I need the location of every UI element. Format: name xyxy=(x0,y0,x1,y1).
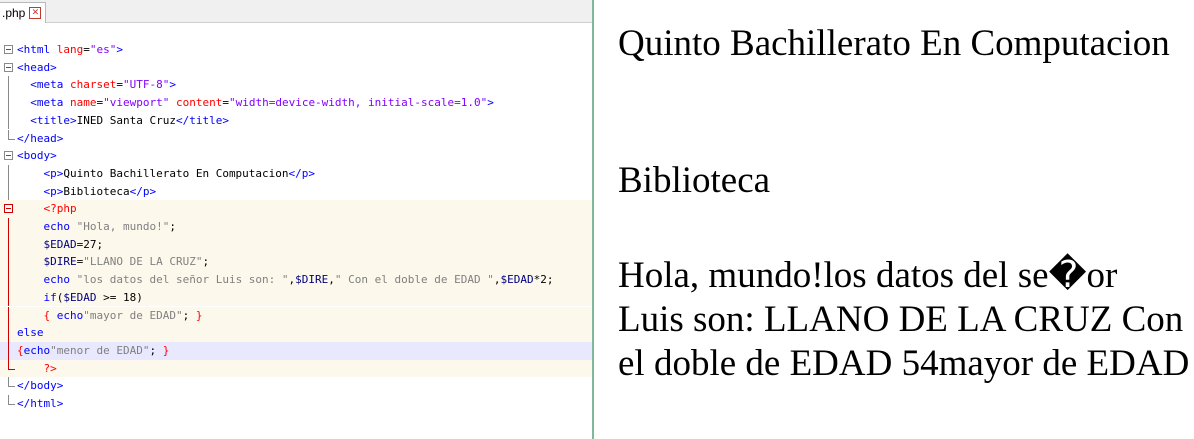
code-area[interactable]: <html lang="es"> <head> <meta charset="U… xyxy=(0,24,592,439)
code-line[interactable]: else xyxy=(0,324,592,342)
code-editor-pane[interactable]: .php ✕ <html lang="es"> <head> <meta cha… xyxy=(0,0,592,439)
fold-guide xyxy=(4,235,14,254)
fold-guide xyxy=(4,341,14,360)
fold-guide xyxy=(4,253,14,272)
fold-guide xyxy=(4,324,14,342)
code-line[interactable]: <?php xyxy=(0,200,592,218)
code-line-text: </head> xyxy=(17,131,64,145)
code-line-text: <html lang="es"> xyxy=(17,43,123,56)
code-line-text: echo "los datos del señor Luis son: ",$D… xyxy=(43,273,554,287)
code-line[interactable]: <meta name="viewport" content="width=dev… xyxy=(0,94,592,112)
fold-guide xyxy=(4,129,15,148)
fold-guide xyxy=(4,76,14,95)
code-line[interactable]: { echo"mayor de EDAD"; } xyxy=(0,306,592,325)
editor-tab-bar: .php ✕ xyxy=(0,0,592,23)
code-line-text: <title>INED Santa Cruz</title> xyxy=(30,113,229,127)
code-line[interactable]: echo "los datos del señor Luis son: ",$D… xyxy=(0,271,592,289)
code-line[interactable]: </head> xyxy=(0,129,592,148)
code-line-text: </html> xyxy=(17,397,64,410)
code-line-text: <body> xyxy=(17,149,57,163)
fold-guide xyxy=(4,306,14,325)
code-line[interactable]: <html lang="es"> xyxy=(0,41,592,59)
fold-guide xyxy=(4,359,15,378)
close-icon[interactable]: ✕ xyxy=(29,7,42,19)
code-line-text: if($EDAD >= 18) xyxy=(43,290,143,304)
code-line-text: <head> xyxy=(17,60,57,74)
browser-output-pane: Quinto Bachillerato En Computacion Bibli… xyxy=(594,0,1194,439)
fold-guide xyxy=(4,182,14,201)
fold-guide xyxy=(4,271,14,289)
fold-marker-icon[interactable] xyxy=(4,59,14,77)
fold-marker-icon[interactable] xyxy=(4,200,14,218)
fold-marker-icon[interactable] xyxy=(4,41,14,59)
output-paragraph: Hola, mundo!los datos del se�or Luis son… xyxy=(618,255,1190,384)
code-line[interactable]: </body> xyxy=(0,377,592,395)
code-line[interactable]: <p>Quinto Bachillerato En Computacion</p… xyxy=(0,164,592,183)
code-line-text: ?> xyxy=(17,361,57,375)
code-line[interactable]: <title>INED Santa Cruz</title> xyxy=(0,111,592,130)
file-tab[interactable]: .php ✕ xyxy=(0,2,47,23)
code-line-text: else xyxy=(17,326,44,340)
code-line-text: <p>Quinto Bachillerato En Computacion</p… xyxy=(43,166,316,180)
output-paragraph: Biblioteca xyxy=(618,160,771,201)
fold-guide xyxy=(4,164,14,183)
code-line-current[interactable]: {echo"menor de EDAD"; } xyxy=(0,341,592,360)
code-line[interactable]: <p>Biblioteca</p> xyxy=(0,182,592,201)
file-tab-label: .php xyxy=(2,6,26,20)
code-line[interactable]: $DIRE="LLANO DE LA CRUZ"; xyxy=(0,253,592,272)
code-line[interactable]: echo "Hola, mundo!"; xyxy=(0,218,592,236)
fold-marker-icon[interactable] xyxy=(4,147,14,165)
code-line[interactable]: <body> xyxy=(0,147,592,165)
code-line-text: { echo"mayor de EDAD"; } xyxy=(43,308,203,322)
fold-guide xyxy=(4,377,15,395)
code-line-text: echo "Hola, mundo!"; xyxy=(43,220,176,233)
code-line[interactable]: <meta charset="UTF-8"> xyxy=(0,76,592,95)
code-line-text: $EDAD=27; xyxy=(43,237,104,251)
fold-guide xyxy=(4,288,14,307)
code-line-text: </body> xyxy=(17,379,64,393)
code-line[interactable]: <head> xyxy=(0,59,592,77)
code-line[interactable]: if($EDAD >= 18) xyxy=(0,288,592,307)
output-paragraph: Quinto Bachillerato En Computacion xyxy=(618,23,1170,64)
code-line-text: $DIRE="LLANO DE LA CRUZ"; xyxy=(43,255,210,269)
code-line-text: <?php xyxy=(17,202,77,216)
fold-guide xyxy=(4,111,14,130)
code-line-text: <p>Biblioteca</p> xyxy=(43,184,157,198)
fold-guide xyxy=(4,395,15,413)
code-line[interactable]: </html> xyxy=(0,395,592,413)
code-line[interactable]: ?> xyxy=(0,359,592,378)
code-line-text: <meta name="viewport" content="width=dev… xyxy=(30,96,494,110)
fold-guide xyxy=(4,94,14,112)
code-line-text: <meta charset="UTF-8"> xyxy=(30,78,176,92)
code-line-text: {echo"menor de EDAD"; } xyxy=(17,343,170,357)
code-line[interactable]: $EDAD=27; xyxy=(0,235,592,254)
fold-guide xyxy=(4,218,14,236)
